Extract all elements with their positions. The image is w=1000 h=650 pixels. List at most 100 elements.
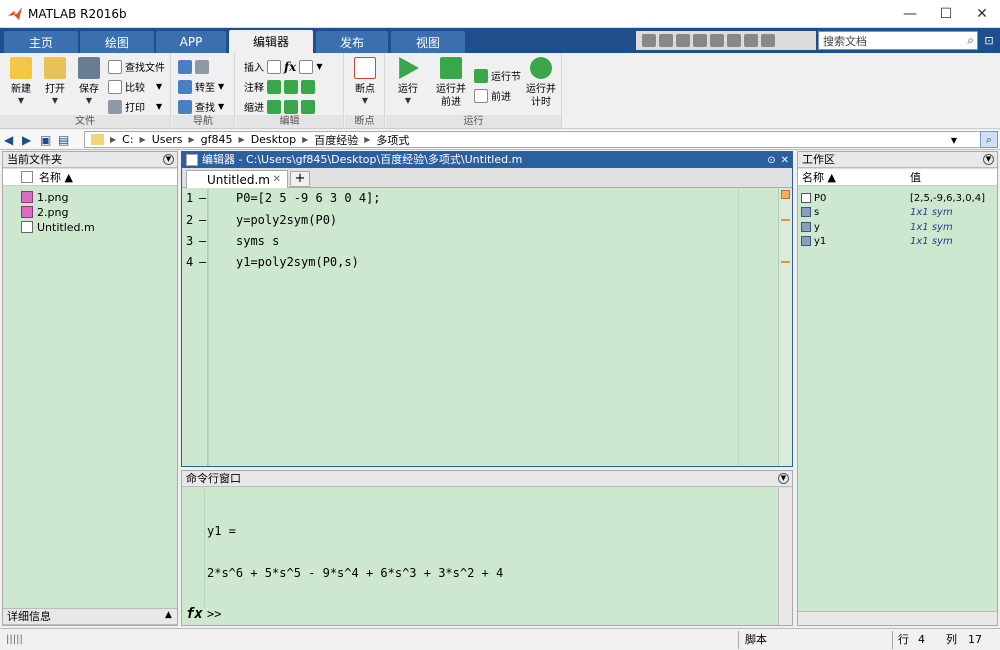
- save-button[interactable]: 保存 ▼: [72, 57, 106, 105]
- fx-icon[interactable]: fx: [186, 606, 203, 622]
- window-title: MATLAB R2016b: [28, 6, 127, 21]
- tab-editor[interactable]: 编辑器: [229, 30, 313, 53]
- tab-home[interactable]: 主页: [4, 31, 78, 53]
- details-header[interactable]: 详细信息 ▲: [3, 608, 177, 625]
- switch-windows-icon[interactable]: [744, 34, 758, 47]
- decrease-indent-icon[interactable]: [284, 99, 298, 114]
- panel-menu-icon[interactable]: ▼: [778, 473, 789, 484]
- find-files-button[interactable]: 查找文件: [108, 58, 165, 75]
- redo-icon[interactable]: [727, 34, 741, 47]
- search-docs-input[interactable]: 搜索文档 ⌕: [818, 31, 978, 50]
- path-breadcrumb[interactable]: ▶ C: ▶ Users ▶ gf845 ▶ Desktop ▶ 百度经验 ▶ …: [84, 131, 982, 148]
- workspace-panel: 工作区 ▼ 名称 ▲ 值 P0 [2,5,-9,6,3,0,4] s 1x1 s…: [797, 151, 998, 626]
- workspace-column-header[interactable]: 名称 ▲ 值: [798, 169, 997, 186]
- print-button[interactable]: 打印 ▼: [108, 98, 162, 115]
- panel-menu-icon[interactable]: ▼: [983, 154, 994, 165]
- tab-view[interactable]: 视图: [391, 31, 465, 53]
- cut-icon[interactable]: [659, 34, 673, 47]
- file-item-2png[interactable]: 2.png: [21, 205, 68, 219]
- arrow-right-icon[interactable]: [195, 59, 209, 74]
- save-icon[interactable]: [642, 34, 656, 47]
- run-button[interactable]: 运行 ▼: [391, 57, 425, 105]
- panel-menu-icon[interactable]: ▼: [163, 154, 174, 165]
- breakpoints-group-label: 断点: [345, 115, 384, 128]
- back-forward-buttons[interactable]: [178, 58, 209, 75]
- output-value: 2*s^6 + 5*s^5 - 9*s^4 + 6*s^3 + 3*s^2 + …: [207, 566, 504, 580]
- code-line-3[interactable]: syms s: [236, 232, 279, 250]
- browse-folder-icon[interactable]: ▤: [58, 134, 72, 146]
- chevron-down-icon[interactable]: ▼: [951, 136, 957, 145]
- uncomment-icon[interactable]: [284, 79, 298, 94]
- search-folder-icon[interactable]: ⌕: [980, 131, 998, 148]
- run-section-button[interactable]: 运行节: [474, 67, 521, 84]
- crumb-baidu[interactable]: 百度经验: [314, 132, 358, 148]
- crumb-drive[interactable]: C:: [122, 133, 133, 146]
- ribbon-tab-strip: 主页 绘图 APP 编辑器 发布 视图 搜索文档 ⌕ ⊡: [0, 28, 1000, 53]
- compare-button[interactable]: 比较 ▼: [108, 78, 162, 95]
- analyzer-status-indicator[interactable]: [781, 190, 790, 199]
- analyzer-warning-mark[interactable]: [781, 219, 790, 221]
- close-button[interactable]: ✕: [964, 0, 1000, 28]
- stopwatch-icon: [530, 57, 552, 79]
- crumb-polynomial[interactable]: 多项式: [376, 132, 409, 148]
- code-line-4[interactable]: y1=poly2sym(P0,s): [236, 253, 359, 271]
- comment-button[interactable]: 注释: [244, 78, 315, 95]
- panel-menu-icon[interactable]: ⊙: [767, 153, 775, 169]
- close-panel-icon[interactable]: ✕: [781, 153, 789, 169]
- arrow-left-icon[interactable]: [178, 59, 192, 74]
- tab-plots[interactable]: 绘图: [80, 31, 154, 53]
- workspace-var-s[interactable]: s 1x1 sym: [798, 205, 997, 219]
- col-name[interactable]: 名称 ▲: [802, 169, 836, 185]
- close-tab-icon[interactable]: ✕: [273, 174, 281, 185]
- undo-icon[interactable]: [710, 34, 724, 47]
- paste-icon[interactable]: [693, 34, 707, 47]
- copy-icon[interactable]: [676, 34, 690, 47]
- col-value[interactable]: 值: [910, 169, 921, 185]
- open-button[interactable]: 打开 ▼: [38, 57, 72, 105]
- find-button[interactable]: 查找 ▼: [178, 98, 224, 115]
- run-and-time-button[interactable]: 运行并 计时: [524, 57, 558, 109]
- workspace-var-p0[interactable]: P0 [2,5,-9,6,3,0,4]: [798, 191, 997, 205]
- run-and-advance-button[interactable]: 运行并 前进: [434, 57, 468, 109]
- new-tab-button[interactable]: +: [290, 171, 310, 187]
- crumb-desktop[interactable]: Desktop: [251, 133, 296, 146]
- crumb-user[interactable]: gf845: [201, 133, 233, 146]
- new-button[interactable]: 新建 ▼: [4, 57, 38, 105]
- insert-button[interactable]: 插入 fx ▼: [244, 58, 322, 75]
- insert-function-icon[interactable]: [299, 59, 314, 74]
- forward-arrow-icon[interactable]: ▶: [22, 134, 36, 146]
- tab-apps[interactable]: APP: [156, 31, 226, 53]
- maximize-button[interactable]: ☐: [928, 0, 964, 28]
- code-analyzer-bar[interactable]: [778, 189, 792, 466]
- workspace-var-y1[interactable]: y1 1x1 sym: [798, 234, 997, 248]
- help-icon[interactable]: [761, 34, 775, 47]
- file-item-untitled-m[interactable]: Untitled.m: [21, 220, 95, 234]
- expand-details-icon[interactable]: ▲: [163, 611, 174, 622]
- tab-publish[interactable]: 发布: [316, 31, 388, 53]
- tab-untitled-m[interactable]: Untitled.m ✕: [186, 170, 288, 188]
- crumb-users[interactable]: Users: [152, 133, 183, 146]
- name-column-header[interactable]: 名称 ▲: [3, 169, 177, 186]
- command-prompt[interactable]: >>: [207, 607, 221, 621]
- workspace-var-y[interactable]: y 1x1 sym: [798, 220, 997, 234]
- fx-icon[interactable]: fx: [284, 60, 296, 74]
- workspace-scrollbar[interactable]: [798, 611, 997, 625]
- indent-button[interactable]: 缩进: [244, 98, 315, 115]
- analyzer-warning-mark[interactable]: [781, 261, 790, 263]
- collapse-ribbon-icon[interactable]: ⊡: [981, 32, 997, 49]
- breakpoints-button[interactable]: 断点 ▼: [348, 57, 382, 105]
- up-folder-icon[interactable]: ▣: [40, 134, 54, 146]
- search-icon[interactable]: ⌕: [967, 33, 974, 48]
- file-item-1png[interactable]: 1.png: [21, 190, 68, 204]
- code-line-1[interactable]: P0=[2 5 -9 6 3 0 4];: [236, 189, 381, 207]
- advance-button[interactable]: 前进: [474, 87, 511, 104]
- command-scrollbar[interactable]: [778, 488, 792, 625]
- wrap-comment-icon[interactable]: [301, 79, 315, 94]
- code-editor[interactable]: P0=[2 5 -9 6 3 0 4]; y=poly2sym(P0) syms…: [209, 189, 778, 466]
- goto-button[interactable]: 转至 ▼: [178, 78, 224, 95]
- increase-indent-icon[interactable]: [301, 99, 315, 114]
- back-arrow-icon[interactable]: ◀: [4, 134, 18, 146]
- code-line-2[interactable]: y=poly2sym(P0): [236, 211, 337, 229]
- run-group: 运行 ▼ 运行并 前进 运行节 前进 运行并 计时 运行: [386, 53, 562, 129]
- minimize-button[interactable]: —: [892, 0, 928, 28]
